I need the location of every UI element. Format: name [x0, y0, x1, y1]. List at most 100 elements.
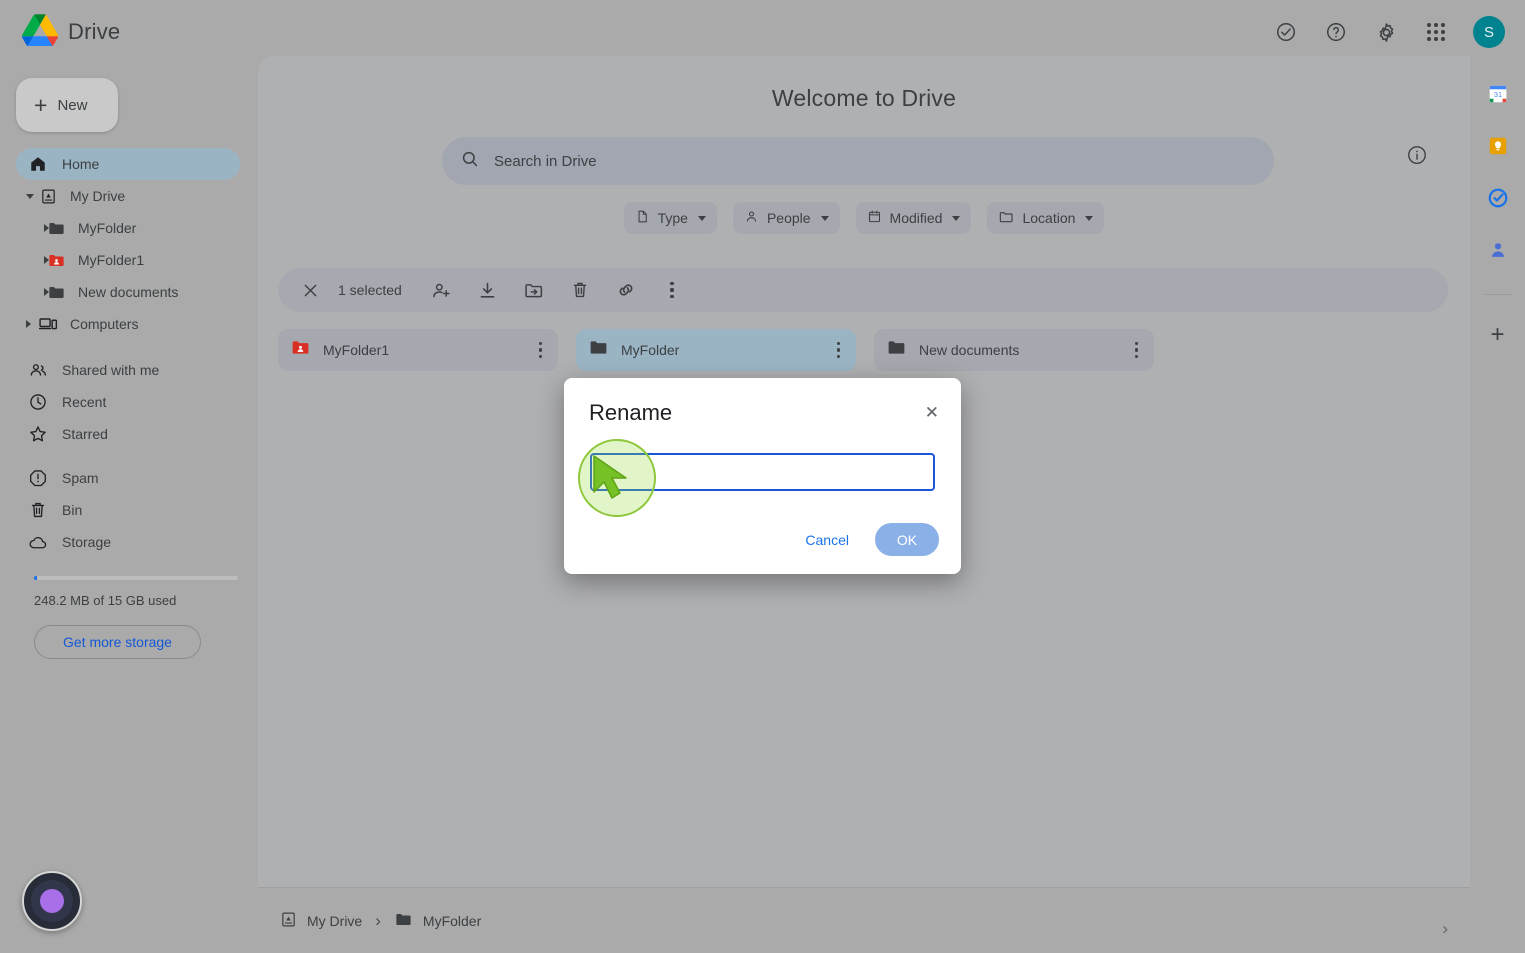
activity-check-icon[interactable] [1271, 17, 1301, 47]
add-addon-icon[interactable]: + [1490, 323, 1504, 347]
folder-card-list: MyFolder1 MyFolder New documents [278, 329, 1154, 371]
brand-name: Drive [68, 19, 121, 44]
computers-icon [38, 314, 58, 334]
folder-card-label: MyFolder1 [323, 342, 390, 358]
sidebar-item-label: New documents [78, 284, 179, 300]
folder-card-more-icon[interactable] [1131, 338, 1143, 363]
sidebar-item-spam[interactable]: Spam [16, 462, 240, 494]
sidebar-item-storage[interactable]: Storage [16, 526, 240, 558]
sidebar-item-new-documents[interactable]: New documents [16, 276, 240, 308]
delete-icon[interactable] [568, 278, 592, 302]
sidebar-item-bin[interactable]: Bin [16, 494, 240, 526]
close-icon[interactable] [298, 278, 322, 302]
page-title: Welcome to Drive [771, 85, 957, 111]
settings-gear-icon[interactable] [1371, 17, 1401, 47]
sidebar-item-myfolder1[interactable]: MyFolder1 [16, 244, 240, 276]
folder-card-new-documents[interactable]: New documents [874, 329, 1154, 371]
sidebar-item-label: Home [62, 156, 100, 172]
chevron-right-icon[interactable] [26, 320, 31, 328]
folder-card-label: MyFolder [621, 342, 680, 358]
storage-usage-text: 248.2 MB of 15 GB used [34, 593, 177, 608]
grid-dots [1427, 23, 1445, 41]
rename-input[interactable] [590, 453, 935, 491]
breadcrumb-separator: › [375, 910, 381, 930]
filter-chip-people[interactable]: People [732, 202, 840, 234]
copy-link-icon[interactable] [614, 278, 638, 302]
right-rail: 31 + [1470, 64, 1525, 953]
sidebar-item-recent[interactable]: Recent [16, 386, 240, 418]
plus-icon: + [34, 91, 48, 118]
search-icon [460, 149, 480, 174]
get-more-storage-button[interactable]: Get more storage [34, 625, 201, 659]
storage-section: 248.2 MB of 15 GB used Get more storage [34, 576, 238, 659]
folder-icon [886, 337, 907, 363]
chevron-right-icon[interactable] [44, 256, 49, 264]
info-icon[interactable] [1406, 144, 1428, 171]
chevron-down-icon [1085, 215, 1094, 221]
sidebar-item-home[interactable]: Home [16, 148, 240, 180]
move-to-folder-icon[interactable] [522, 278, 546, 302]
avatar[interactable]: S [1473, 16, 1505, 48]
text-caret [598, 461, 599, 483]
help-icon[interactable] [1321, 17, 1351, 47]
chevron-right-icon[interactable] [44, 224, 49, 232]
sidebar-item-starred[interactable]: Starred [16, 418, 240, 450]
breadcrumb-item-my-drive[interactable]: My Drive [280, 911, 362, 931]
ok-button[interactable]: OK [875, 523, 939, 556]
google-keep-icon[interactable] [1486, 134, 1510, 158]
brand[interactable]: Drive [0, 13, 121, 51]
folder-card-more-icon[interactable] [833, 338, 845, 363]
chevron-down-icon[interactable] [26, 193, 34, 199]
folder-card-more-icon[interactable] [535, 338, 547, 363]
svg-text:31: 31 [1493, 90, 1501, 99]
my-drive-icon [280, 911, 297, 931]
breadcrumb-next-chevron-icon[interactable]: › [1442, 919, 1448, 939]
sidebar-item-label: Storage [62, 534, 112, 550]
drive-app: Drive S + New Home My Drive MyFolder MyF… [0, 0, 1525, 953]
dialog-actions: Cancel OK [795, 523, 939, 556]
share-icon[interactable] [430, 278, 454, 302]
folder-card-myfolder[interactable]: MyFolder [576, 329, 856, 371]
recording-dot [40, 889, 64, 913]
sidebar-item-my-drive[interactable]: My Drive [16, 180, 240, 212]
sidebar: + New Home My Drive MyFolder MyFolder1 N… [0, 64, 256, 953]
filter-chip-type[interactable]: Type [623, 202, 717, 234]
apps-grid-icon[interactable] [1421, 17, 1451, 47]
rail-divider [1484, 294, 1511, 295]
sidebar-item-label: MyFolder [78, 220, 137, 236]
new-button-label: New [57, 96, 88, 114]
new-button[interactable]: + New [16, 78, 118, 132]
cancel-button[interactable]: Cancel [795, 524, 859, 556]
sidebar-item-myfolder[interactable]: MyFolder [16, 212, 240, 244]
file-icon [635, 209, 650, 227]
sidebar-item-computers[interactable]: Computers [16, 308, 240, 340]
filter-chip-label: Type [657, 210, 688, 226]
sidebar-item-label: Computers [70, 316, 139, 332]
close-icon[interactable]: ✕ [925, 404, 939, 421]
home-icon [28, 154, 48, 174]
breadcrumb-label: My Drive [307, 912, 363, 929]
download-icon[interactable] [476, 278, 500, 302]
recording-inner [31, 880, 73, 922]
sidebar-item-label: My Drive [70, 188, 126, 204]
dialog-title: Rename [589, 400, 673, 425]
sidebar-item-label: Bin [62, 502, 83, 518]
search-input[interactable]: Search in Drive [442, 137, 1274, 185]
breadcrumb-item-myfolder[interactable]: MyFolder [394, 910, 481, 932]
folder-icon [394, 910, 413, 932]
filter-chip-location[interactable]: Location [987, 202, 1105, 234]
recording-indicator[interactable] [22, 871, 82, 931]
folder-icon [46, 218, 66, 238]
google-calendar-icon[interactable]: 31 [1486, 82, 1510, 106]
folder-card-myfolder1[interactable]: MyFolder1 [278, 329, 558, 371]
filter-chip-modified[interactable]: Modified [855, 202, 972, 234]
google-contacts-icon[interactable] [1486, 238, 1510, 262]
selection-toolbar: 1 selected [278, 268, 1448, 312]
top-bar: Drive S [0, 0, 1525, 64]
sidebar-item-shared-with-me[interactable]: Shared with me [16, 354, 240, 386]
sidebar-item-label: Recent [62, 394, 107, 410]
chevron-right-icon[interactable] [44, 288, 49, 296]
more-options-icon[interactable] [660, 278, 684, 302]
shared-folder-icon [290, 337, 311, 363]
google-tasks-icon[interactable] [1486, 186, 1510, 210]
